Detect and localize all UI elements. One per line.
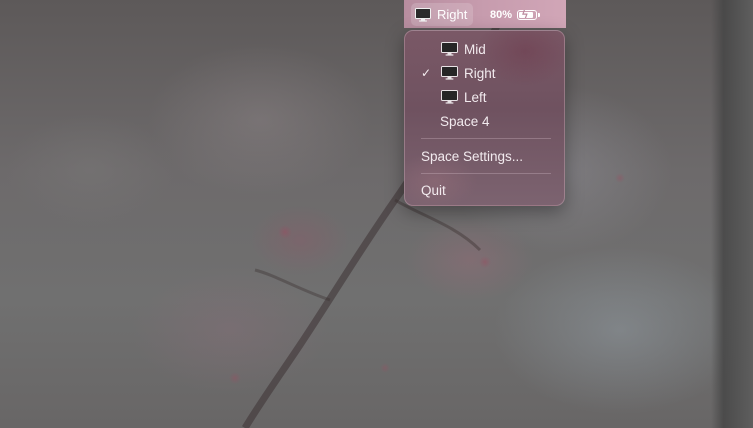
menu-divider xyxy=(421,173,551,174)
monitor-icon xyxy=(415,7,431,22)
menu-item-label: Right xyxy=(464,65,496,81)
menu-item-label: Left xyxy=(464,89,487,105)
battery-icon: ϟ xyxy=(517,8,541,21)
space-settings-menu-item[interactable]: Space Settings... xyxy=(405,145,564,167)
menu-item-label: Mid xyxy=(464,41,486,57)
menu-divider xyxy=(421,138,551,139)
wallpaper-branch xyxy=(242,8,509,428)
menu-item-label: Quit xyxy=(421,182,446,198)
quit-menu-item[interactable]: Quit xyxy=(405,179,564,201)
menu-item-label: Space 4 xyxy=(440,113,490,129)
space-status-item[interactable]: Right xyxy=(411,3,474,26)
menu-item-space-4[interactable]: Space 4 xyxy=(405,110,564,132)
menu-item-left[interactable]: Left xyxy=(405,86,564,108)
desktop-wallpaper: Right 80% ϟ Mid ✓ Right Left Space 4 Spa… xyxy=(0,0,753,428)
monitor-icon xyxy=(441,42,458,56)
space-status-label: Right xyxy=(437,7,468,22)
spaces-menu: Mid ✓ Right Left Space 4 Space Settings.… xyxy=(404,30,565,206)
battery-percent: 80% xyxy=(490,8,513,21)
battery-status-item[interactable]: 80% ϟ xyxy=(490,3,541,26)
menu-item-label: Space Settings... xyxy=(421,148,524,164)
check-icon: ✓ xyxy=(421,66,432,80)
menu-bar: Right 80% ϟ xyxy=(404,0,566,28)
charging-bolt-icon: ϟ xyxy=(522,8,528,21)
menu-item-mid[interactable]: Mid xyxy=(405,38,564,60)
monitor-icon xyxy=(441,66,458,80)
menu-item-right[interactable]: ✓ Right xyxy=(405,62,564,84)
monitor-icon xyxy=(441,90,458,104)
